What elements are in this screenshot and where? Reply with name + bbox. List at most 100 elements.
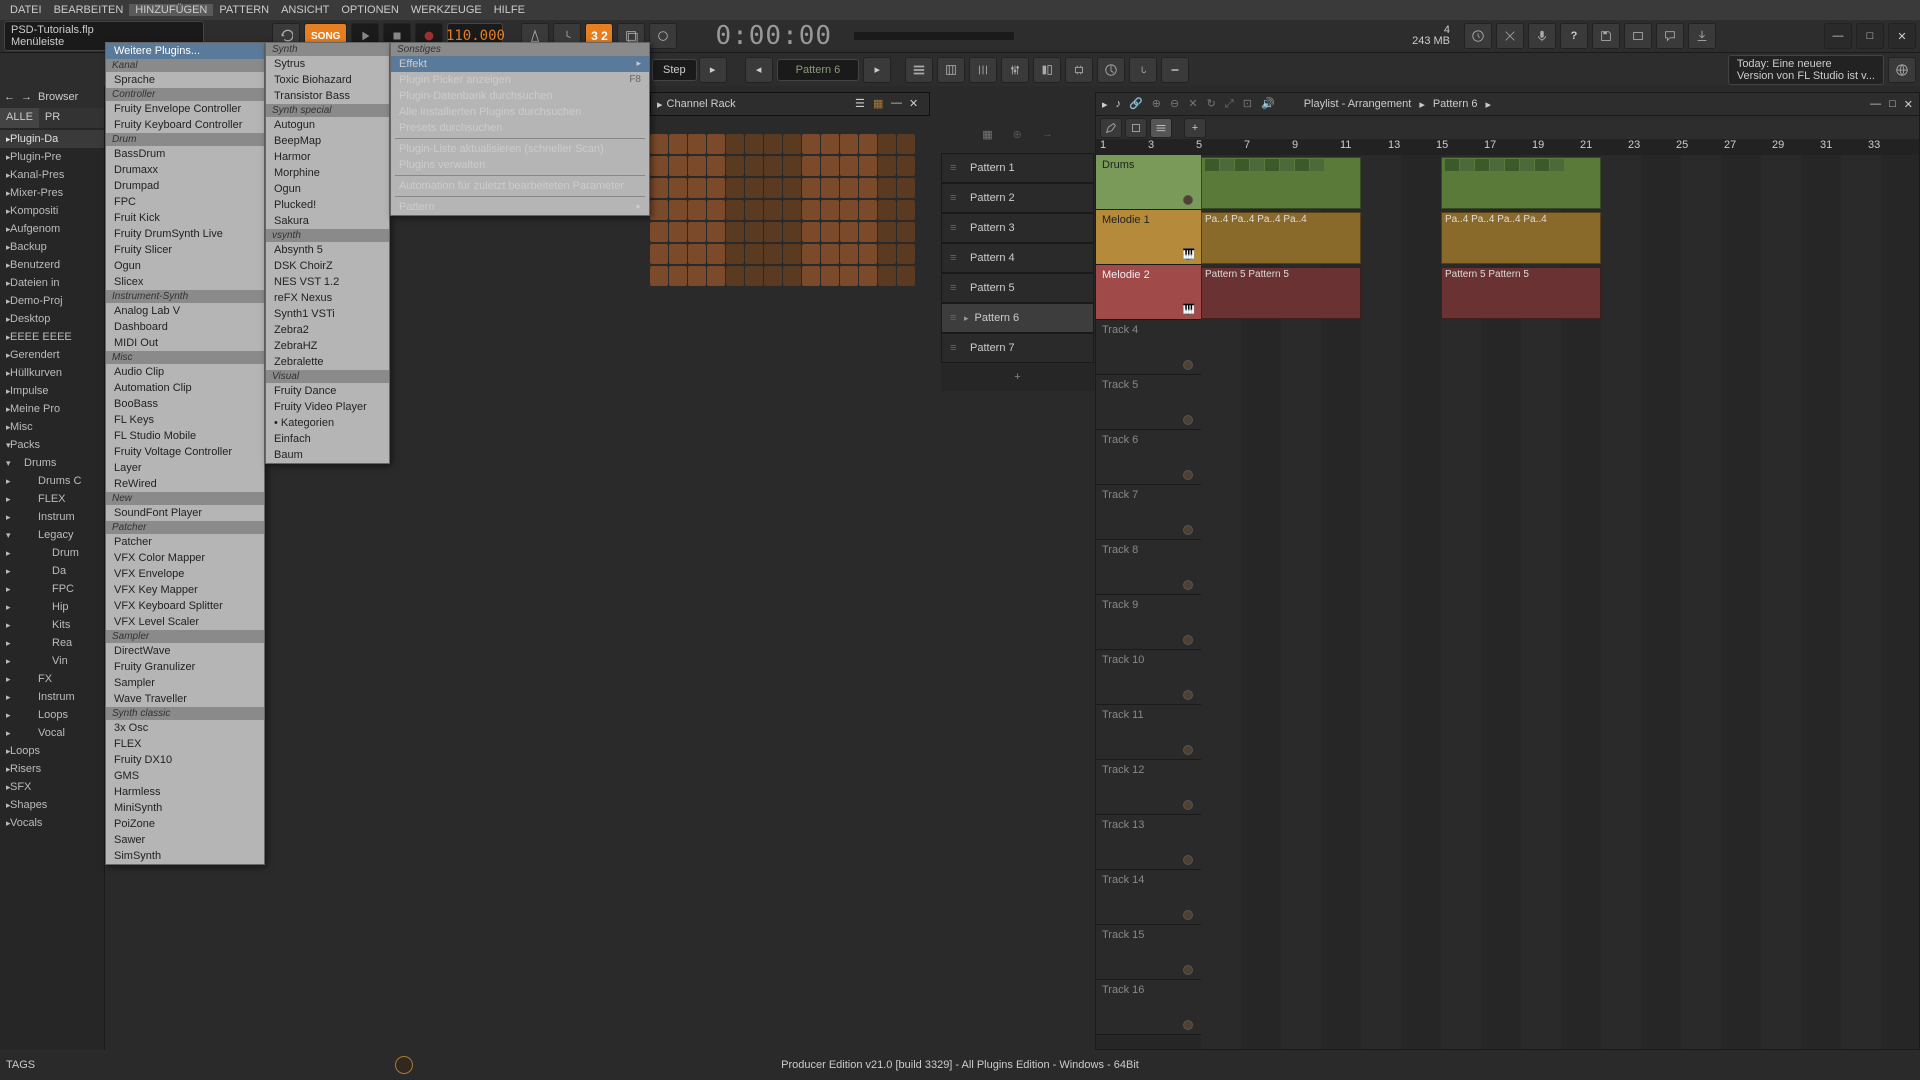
cr-btn1[interactable]: ☰ <box>855 97 869 111</box>
comment-button[interactable] <box>1656 23 1684 49</box>
history-button[interactable] <box>1464 23 1492 49</box>
step-cell[interactable] <box>840 222 858 242</box>
menu-item[interactable]: Drumpad <box>106 178 264 194</box>
pattern-item[interactable]: ≡Pattern 1 <box>941 153 1094 183</box>
playlist-clip[interactable]: Pa..4 Pa..4 Pa..4 Pa..4 <box>1441 212 1601 264</box>
tree-item[interactable]: Kits <box>0 616 104 634</box>
menu-item[interactable]: Effekt <box>391 56 649 72</box>
maximize-button[interactable]: □ <box>1856 23 1884 49</box>
step-cell[interactable] <box>650 200 668 220</box>
step-cell[interactable] <box>726 266 744 286</box>
menu-item[interactable]: Zebra2 <box>266 322 389 338</box>
pl-tool-draw[interactable] <box>1100 118 1122 138</box>
step-cell[interactable] <box>669 200 687 220</box>
view-channel-button[interactable] <box>969 57 997 83</box>
step-cell[interactable] <box>745 266 763 286</box>
playlist-clip[interactable]: Pattern 5 Pattern 5 <box>1441 267 1601 319</box>
menu-item[interactable]: reFX Nexus <box>266 290 389 306</box>
plugin-menu-column3[interactable]: SonstigesEffektPlugin Picker anzeigenF8P… <box>390 42 650 216</box>
menu-item[interactable]: VFX Level Scaler <box>106 614 264 630</box>
tree-item[interactable]: Loops <box>0 706 104 724</box>
track-mute-dot[interactable] <box>1183 525 1193 535</box>
step-cell[interactable] <box>650 156 668 176</box>
menu-item[interactable]: ZebraHZ <box>266 338 389 354</box>
step-cell[interactable] <box>840 266 858 286</box>
tags-label[interactable]: TAGS <box>6 1059 35 1071</box>
menu-item[interactable]: SoundFont Player <box>106 505 264 521</box>
step-cell[interactable] <box>802 134 820 154</box>
step-cell[interactable] <box>688 222 706 242</box>
playlist-pattern-name[interactable]: Pattern 6 <box>1433 98 1478 110</box>
tree-item[interactable]: Loops <box>0 742 104 760</box>
step-cell[interactable] <box>859 266 877 286</box>
track-mute-dot[interactable] <box>1183 855 1193 865</box>
step-cell[interactable] <box>726 222 744 242</box>
menu-item[interactable]: FL Studio Mobile <box>106 428 264 444</box>
step-cell[interactable] <box>859 156 877 176</box>
step-cell[interactable] <box>764 222 782 242</box>
menu-item[interactable]: VFX Color Mapper <box>106 550 264 566</box>
menu-datei[interactable]: DATEI <box>4 4 48 16</box>
add-pattern-button[interactable]: + <box>941 363 1094 391</box>
step-cell[interactable] <box>840 200 858 220</box>
step-cell[interactable] <box>726 244 744 264</box>
playlist-clip[interactable]: Pa..4 Pa..4 Pa..4 Pa..4 <box>1201 212 1361 264</box>
plugin-button[interactable] <box>1065 57 1093 83</box>
menu-item[interactable]: VFX Keyboard Splitter <box>106 598 264 614</box>
pattern-item[interactable]: ≡Pattern 5 <box>941 273 1094 303</box>
forward-icon[interactable]: → <box>21 91 32 103</box>
track-mute-dot[interactable] <box>1183 800 1193 810</box>
channel-rack-titlebar[interactable]: ▸ Channel Rack ☰ ▦ — ✕ <box>650 92 930 116</box>
menu-item[interactable]: Wave Traveller <box>106 691 264 707</box>
menu-item[interactable]: Sawer <box>106 832 264 848</box>
pattern-item[interactable]: ≡▸Pattern 6 <box>941 303 1094 333</box>
step-cell[interactable] <box>650 222 668 242</box>
globe-icon[interactable] <box>1888 57 1916 83</box>
menu-item[interactable]: Fruit Kick <box>106 210 264 226</box>
step-cell[interactable] <box>821 156 839 176</box>
step-cell[interactable] <box>745 244 763 264</box>
step-cell[interactable] <box>840 244 858 264</box>
track-header[interactable]: Melodie 2🎹 <box>1096 265 1201 320</box>
menu-item[interactable]: Zebralette <box>266 354 389 370</box>
step-cell[interactable] <box>897 266 915 286</box>
pattern-item[interactable]: ≡Pattern 2 <box>941 183 1094 213</box>
menu-item[interactable]: Plugin-Liste aktualisieren (schneller Sc… <box>391 141 649 157</box>
menu-item[interactable]: Ogun <box>106 258 264 274</box>
step-cell[interactable] <box>726 134 744 154</box>
track-header[interactable]: Track 9 <box>1096 595 1201 650</box>
step-cell[interactable] <box>783 200 801 220</box>
menu-item[interactable]: Einfach <box>266 431 389 447</box>
menu-item[interactable]: Weitere Plugins... <box>106 43 264 59</box>
menu-item[interactable]: Plugin Picker anzeigenF8 <box>391 72 649 88</box>
step-cell[interactable] <box>764 134 782 154</box>
tree-item[interactable]: Drums C <box>0 472 104 490</box>
step-cell[interactable] <box>897 244 915 264</box>
menu-item[interactable]: BooBass <box>106 396 264 412</box>
step-cell[interactable] <box>688 266 706 286</box>
menu-item[interactable]: PoiZone <box>106 816 264 832</box>
menu-item[interactable]: Fruity Video Player <box>266 399 389 415</box>
track-header[interactable]: Track 10 <box>1096 650 1201 705</box>
menu-ansicht[interactable]: ANSICHT <box>275 4 335 16</box>
tree-item[interactable]: Benutzerd <box>0 256 104 274</box>
step-cell[interactable] <box>840 156 858 176</box>
step-cell[interactable] <box>669 134 687 154</box>
time-display[interactable]: 0:00:00 <box>705 21 842 51</box>
track-header[interactable]: Track 14 <box>1096 870 1201 925</box>
step-cell[interactable] <box>650 134 668 154</box>
menu-item[interactable]: Synth1 VSTi <box>266 306 389 322</box>
step-cell[interactable] <box>802 244 820 264</box>
menu-item[interactable]: VFX Key Mapper <box>106 582 264 598</box>
menu-item[interactable]: Patcher <box>106 534 264 550</box>
pattern-selector[interactable]: Pattern 6 <box>777 59 860 81</box>
menu-werkzeuge[interactable]: WERKZEUGE <box>405 4 488 16</box>
menu-item[interactable]: Analog Lab V <box>106 303 264 319</box>
track-header[interactable]: Track 16 <box>1096 980 1201 1035</box>
step-cell[interactable] <box>669 178 687 198</box>
menu-item[interactable]: Fruity Slicer <box>106 242 264 258</box>
tree-item[interactable]: Drums <box>0 454 104 472</box>
step-cell[interactable] <box>650 178 668 198</box>
menu-item[interactable]: Harmor <box>266 149 389 165</box>
tree-item[interactable]: Instrum <box>0 508 104 526</box>
